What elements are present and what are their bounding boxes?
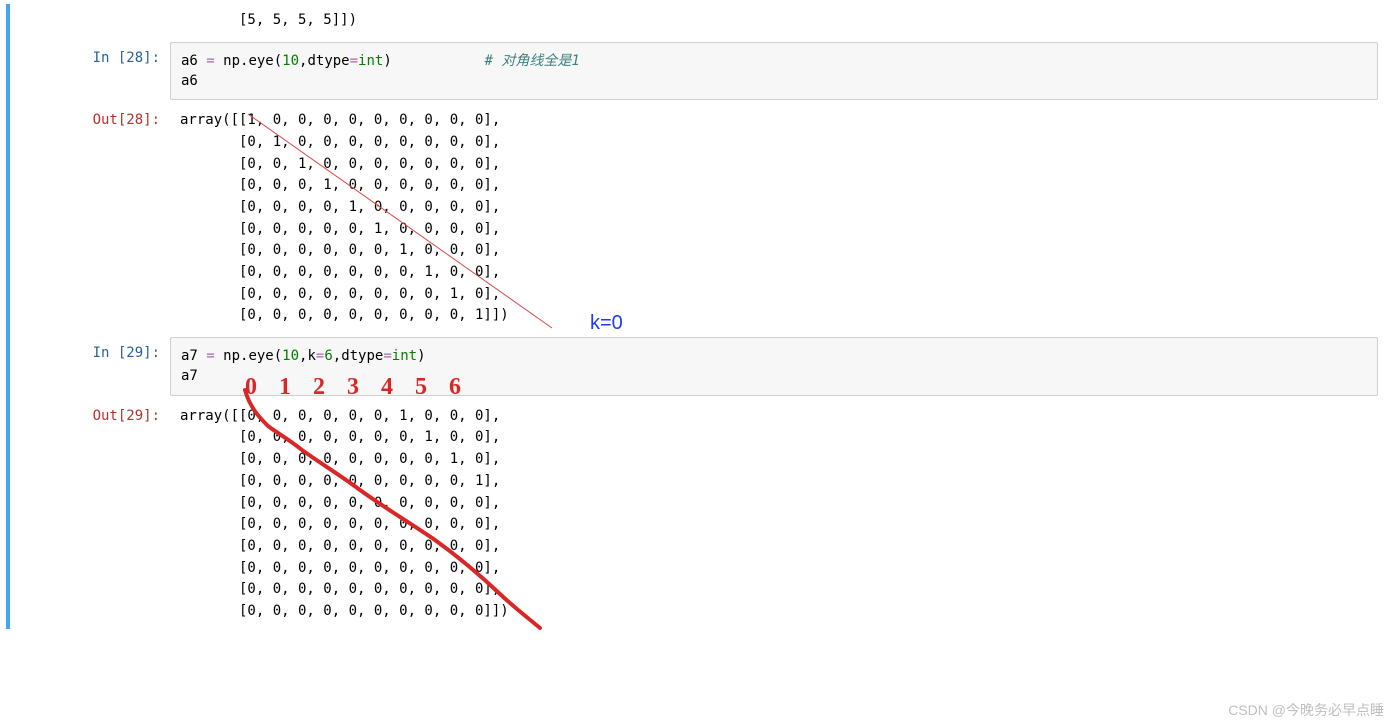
prompt-in-28: In [28]: [30, 42, 170, 101]
code-token-num6: 6 [324, 348, 332, 364]
code-token-var: a7 [181, 348, 206, 364]
cell-out-29: Out[29]: array([[0, 0, 0, 0, 0, 0, 1, 0,… [30, 400, 1378, 629]
code-token-k: ,k [299, 348, 316, 364]
code-token-call: np.eye( [223, 348, 282, 364]
cell-out-28: Out[28]: array([[1, 0, 0, 0, 0, 0, 0, 0,… [30, 104, 1378, 333]
prompt-out-29: Out[29]: [30, 400, 170, 629]
code-token-eq: = [206, 53, 223, 69]
cell-in-28: In [28]: a6 = np.eye(10,dtype=int) # 对角线… [30, 42, 1378, 101]
csdn-watermark: CSDN @今晚务必早点睡 [1228, 700, 1384, 720]
code-in-29[interactable]: a7 = np.eye(10,k=6,dtype=int) a7 [170, 337, 1378, 396]
code-token-eq: = [206, 348, 223, 364]
output-out-28: array([[1, 0, 0, 0, 0, 0, 0, 0, 0, 0], [… [170, 104, 1378, 333]
output-text-fragment: [5, 5, 5, 5]]) [170, 4, 1378, 38]
code-in-28[interactable]: a6 = np.eye(10,dtype=int) # 对角线全是1 a6 [170, 42, 1378, 101]
code-comment: # 对角线全是1 [485, 53, 580, 69]
code-token-int: int [358, 53, 383, 69]
code-token-var: a6 [181, 53, 206, 69]
code-token-dtype: ,dtype [333, 348, 384, 364]
code-token-close: ) [417, 348, 425, 364]
prompt-in-29: In [29]: [30, 337, 170, 396]
code-token-int: int [392, 348, 417, 364]
output-out-29: array([[0, 0, 0, 0, 0, 0, 1, 0, 0, 0], [… [170, 400, 1378, 629]
code-token-close: ) [383, 53, 484, 69]
code-line2: a7 [181, 368, 198, 384]
code-token-eq2: = [350, 53, 358, 69]
cell-in-29: In [29]: a7 = np.eye(10,k=6,dtype=int) a… [30, 337, 1378, 396]
code-token-call: np.eye( [223, 53, 282, 69]
code-line2: a6 [181, 73, 198, 89]
code-token-eq3: = [383, 348, 391, 364]
code-token-num10: 10 [282, 348, 299, 364]
code-token-num10: 10 [282, 53, 299, 69]
empty-prompt [30, 4, 170, 38]
code-token-dtype: ,dtype [299, 53, 350, 69]
jupyter-notebook: [5, 5, 5, 5]]) In [28]: a6 = np.eye(10,d… [6, 4, 1398, 629]
prompt-out-28: Out[28]: [30, 104, 170, 333]
output-fragment-prev: [5, 5, 5, 5]]) [30, 4, 1378, 38]
